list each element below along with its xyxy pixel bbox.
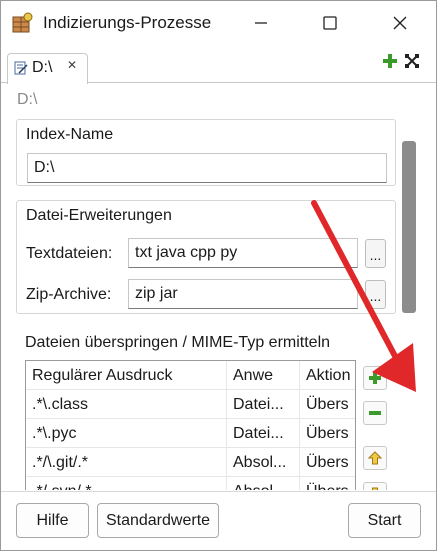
text-files-label: Textdateien: bbox=[26, 245, 113, 262]
add-row-icon bbox=[369, 372, 381, 384]
table-cell: .*/.svn/.* bbox=[26, 477, 227, 490]
move-down-icon bbox=[372, 487, 378, 490]
table-cell: Absol... bbox=[227, 448, 300, 477]
document-edit-icon bbox=[14, 61, 28, 75]
breadcrumb: D:\ bbox=[17, 91, 38, 108]
tab-bar: D:\ ✕ bbox=[1, 45, 436, 84]
table-cell: .*\.class bbox=[26, 390, 227, 419]
tab-drive-d[interactable]: D:\ ✕ bbox=[7, 53, 88, 84]
table-cell: Absol... bbox=[227, 477, 300, 490]
column-header[interactable]: Anwe bbox=[227, 361, 300, 390]
skip-files-title: Dateien überspringen / MIME-Typ ermittel… bbox=[25, 334, 331, 351]
table-cell: .*/\.git/.* bbox=[26, 448, 227, 477]
table-cell: Datei... bbox=[227, 419, 300, 448]
help-button[interactable]: Hilfe bbox=[16, 503, 89, 538]
close-button[interactable] bbox=[377, 5, 423, 41]
file-extensions-title: Datei-Erweiterungen bbox=[26, 207, 172, 224]
move-up-icon bbox=[368, 451, 382, 465]
table-row[interactable]: .*/.svn/.* Absol... Übers bbox=[26, 477, 355, 490]
skip-rules-table: Regulärer Ausdruck Anwe Aktion .*\.class… bbox=[25, 360, 356, 490]
text-files-browse-button[interactable]: ... bbox=[365, 239, 386, 268]
zip-archives-browse-button[interactable]: ... bbox=[365, 280, 386, 309]
table-cell: .*\.pyc bbox=[26, 419, 227, 448]
title-bar[interactable]: Indizierungs-Prozesse bbox=[1, 1, 436, 45]
column-header[interactable]: Regulärer Ausdruck bbox=[26, 361, 227, 390]
remove-row-icon bbox=[369, 411, 381, 415]
app-icon bbox=[12, 12, 33, 33]
maximize-icon bbox=[323, 16, 337, 30]
table-row[interactable]: .*/\.git/.* Absol... Übers bbox=[26, 448, 355, 477]
table-row[interactable]: .*\.pyc Datei... Übers bbox=[26, 419, 355, 448]
table-header: Regulärer Ausdruck Anwe Aktion bbox=[26, 361, 355, 390]
minimize-icon bbox=[255, 22, 267, 24]
close-icon bbox=[393, 16, 407, 30]
table-cell: Datei... bbox=[227, 390, 300, 419]
tab-close-icon[interactable]: ✕ bbox=[67, 58, 77, 72]
file-extensions-group: Datei-Erweiterungen Textdateien: txt jav… bbox=[16, 200, 396, 314]
remove-row-button[interactable] bbox=[363, 401, 387, 425]
index-name-field[interactable]: D:\ bbox=[27, 153, 387, 183]
table-row[interactable]: .*\.class Datei... Übers bbox=[26, 390, 355, 419]
zip-archives-label: Zip-Archive: bbox=[26, 286, 112, 303]
start-button[interactable]: Start bbox=[348, 503, 421, 538]
index-name-group: Index-Name D:\ bbox=[16, 119, 396, 186]
settings-panel: Index-Name D:\ Datei-Erweiterungen Textd… bbox=[15, 114, 421, 490]
zip-archives-field[interactable]: zip jar bbox=[128, 279, 358, 309]
window-title: Indizierungs-Prozesse bbox=[43, 13, 212, 32]
table-cell: Übers bbox=[306, 396, 349, 413]
add-row-button[interactable] bbox=[363, 366, 387, 390]
table-cell: Übers bbox=[300, 477, 355, 490]
tab-label: D:\ bbox=[32, 59, 53, 76]
minimize-button[interactable] bbox=[238, 5, 284, 41]
table-cell: Übers bbox=[306, 454, 349, 471]
table-cell: Übers bbox=[306, 425, 349, 442]
add-icon[interactable] bbox=[383, 54, 397, 68]
cross-icon[interactable] bbox=[404, 53, 420, 69]
move-down-button[interactable] bbox=[363, 482, 387, 490]
text-files-field[interactable]: txt java cpp py bbox=[128, 238, 358, 268]
button-bar: Hilfe Standardwerte Start bbox=[1, 491, 436, 550]
maximize-button[interactable] bbox=[307, 5, 353, 41]
column-header[interactable]: Aktion bbox=[300, 361, 355, 390]
index-name-title: Index-Name bbox=[26, 126, 114, 143]
defaults-button[interactable]: Standardwerte bbox=[97, 503, 219, 538]
indexing-window: Indizierungs-Prozesse D:\ ✕ D:\ Index-Na… bbox=[0, 0, 437, 551]
move-up-button[interactable] bbox=[363, 446, 387, 470]
